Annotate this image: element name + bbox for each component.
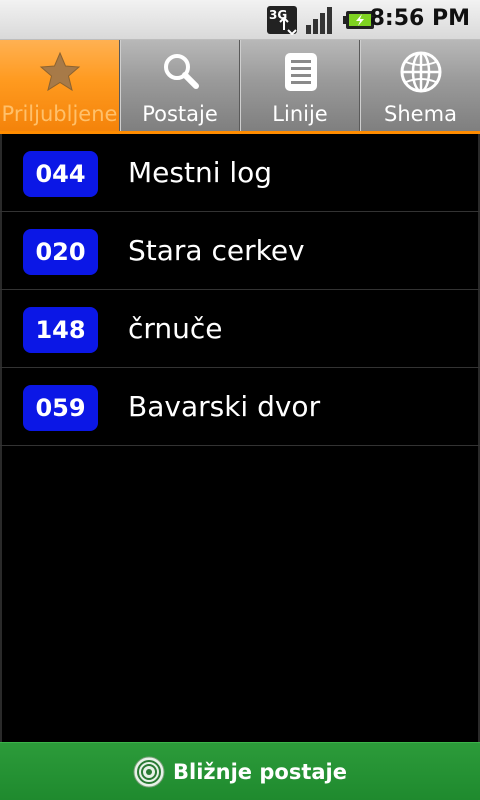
tab-map[interactable]: Shema (360, 40, 480, 131)
tab-label: Postaje (142, 102, 218, 126)
stop-name: črnuče (128, 312, 223, 345)
list-item[interactable]: 148 črnuče (0, 290, 480, 368)
line-badge: 044 (23, 151, 98, 197)
list-item[interactable]: 044 Mestni log (0, 134, 480, 212)
list-item[interactable]: 059 Bavarski dvor (0, 368, 480, 446)
nearby-stations-label: Bližnje postaje (173, 760, 347, 784)
clock: 8:56 PM (369, 6, 470, 31)
tab-label: Priljubljene (1, 102, 118, 126)
tab-favorites[interactable]: Priljubljene (0, 40, 120, 131)
tab-lines[interactable]: Linije (240, 40, 360, 131)
tab-label: Linije (272, 102, 328, 126)
signal-strength-icon (306, 7, 332, 34)
globe-icon (400, 51, 442, 93)
line-badge: 020 (23, 229, 98, 275)
stop-name: Bavarski dvor (128, 390, 321, 423)
status-bar: 3G 8:56 PM (0, 0, 480, 40)
tab-stations[interactable]: Postaje (120, 40, 240, 131)
nearby-stations-button[interactable]: Bližnje postaje (0, 742, 480, 800)
line-badge: 148 (23, 307, 98, 353)
stop-name: Mestni log (128, 156, 273, 189)
list-item[interactable]: 020 Stara cerkev (0, 212, 480, 290)
tab-label: Shema (384, 102, 457, 126)
favorites-list: 044 Mestni log 020 Stara cerkev 148 črnu… (0, 134, 480, 446)
tab-bar: Priljubljene Postaje Linije Shema (0, 40, 480, 134)
3g-data-icon: 3G (267, 6, 297, 35)
line-badge: 059 (23, 385, 98, 431)
search-icon (164, 54, 199, 89)
star-icon (39, 51, 81, 92)
location-target-icon (133, 756, 165, 788)
stop-name: Stara cerkev (128, 234, 305, 267)
list-icon (285, 53, 317, 91)
